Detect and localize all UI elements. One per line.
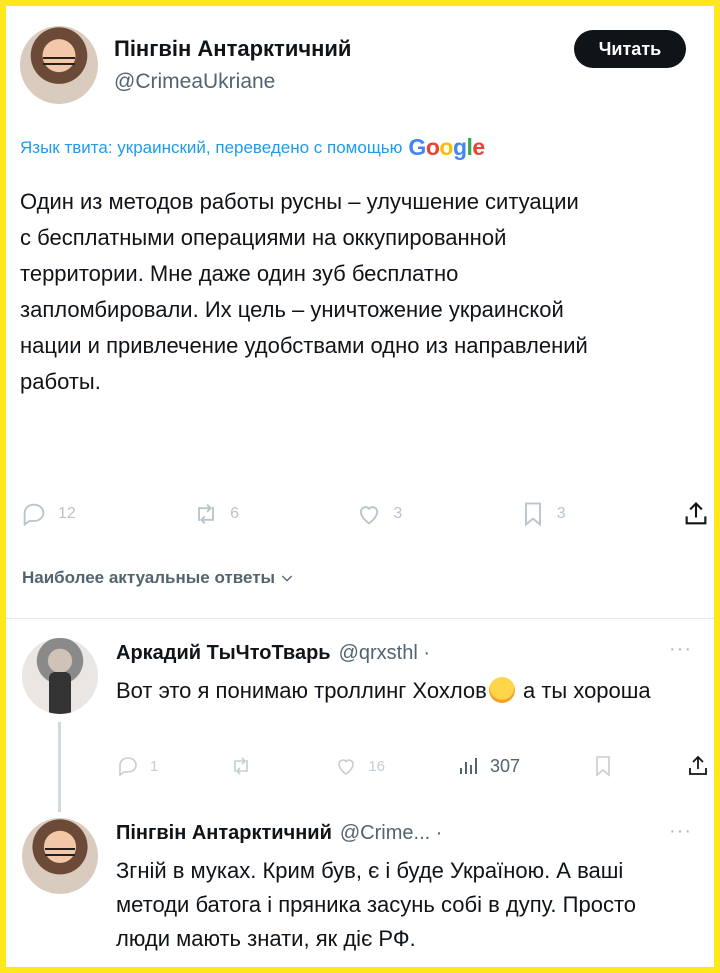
- reply-button[interactable]: 1: [116, 754, 158, 778]
- reply-icon: [119, 757, 137, 777]
- like-count: 16: [368, 757, 385, 775]
- repost-icon: [234, 757, 249, 775]
- repost-button[interactable]: [229, 754, 263, 778]
- share-icon: [689, 755, 707, 775]
- chevron-down-icon: [281, 575, 293, 582]
- like-button[interactable]: 3: [355, 500, 402, 528]
- bookmark-icon: [524, 502, 541, 527]
- views-count: 307: [489, 755, 521, 776]
- translation-text: Язык твита: украинский, переведено с пом…: [20, 137, 403, 157]
- author-handle[interactable]: @CrimeaUkriane: [114, 70, 275, 94]
- like-count: 3: [393, 505, 403, 522]
- author-name[interactable]: Пінгвін Антарктичний: [114, 36, 351, 62]
- thread-connector: [58, 722, 61, 812]
- reply-text-part: Вот это я понимаю троллинг Хохлов: [116, 678, 487, 703]
- reply-header: Аркадий ТыЧтоТварь @qrxsthl ·: [116, 642, 430, 665]
- reply-count: 1: [150, 757, 159, 775]
- reply-author-name[interactable]: Аркадий ТыЧтоТварь: [116, 642, 331, 665]
- reply-text: Вот это я понимаю троллинг Хохлов а ты х…: [116, 674, 696, 708]
- reply-avatar[interactable]: [22, 638, 98, 714]
- reply-count: 12: [58, 505, 76, 522]
- replies-sort-label: Наиболее актуальные ответы: [22, 568, 276, 587]
- share-icon: [685, 502, 707, 525]
- reply-icon: [23, 503, 45, 527]
- translation-note[interactable]: Язык твита: украинский, переведено с пом…: [20, 134, 485, 161]
- repost-icon: [198, 504, 215, 524]
- share-button[interactable]: [686, 754, 710, 778]
- replies-sort-dropdown[interactable]: Наиболее актуальные ответы: [22, 568, 295, 588]
- share-button[interactable]: [682, 500, 710, 528]
- author-avatar[interactable]: [20, 26, 98, 104]
- reply-avatar[interactable]: [22, 818, 98, 894]
- heart-icon: [360, 506, 379, 525]
- bookmark-button[interactable]: [591, 754, 615, 778]
- bookmark-button[interactable]: 3: [519, 500, 566, 528]
- tweet-text: Один из методов работы русны – улучшение…: [20, 189, 588, 394]
- screenshot-frame: Пінгвін Антарктичний @CrimeaUkriane Чита…: [0, 0, 720, 973]
- reply-author-name[interactable]: Пінгвін Антарктичний: [116, 822, 332, 845]
- bar-chart-icon: [459, 758, 477, 774]
- reply-header: Пінгвін Антарктичний @Crime... ·: [116, 822, 442, 845]
- smiling-face-emoji-icon: [488, 677, 515, 703]
- more-options-icon[interactable]: ···: [669, 638, 692, 661]
- like-button[interactable]: 16: [334, 754, 385, 778]
- reply-text: Згній в муках. Крим був, є і буде Україн…: [116, 858, 637, 951]
- heart-icon: [338, 759, 355, 775]
- bookmark-icon: [596, 756, 610, 777]
- reply-text-part: а ты хороша: [516, 678, 651, 703]
- repost-button[interactable]: 6: [192, 500, 239, 528]
- reply-author-handle[interactable]: @Crime... ·: [340, 822, 443, 845]
- reply-action-bar: 1 16 307: [116, 751, 710, 781]
- bookmark-count: 3: [556, 505, 566, 522]
- tweet-action-bar: 12 6 3 3: [20, 496, 710, 532]
- follow-button[interactable]: Читать: [574, 30, 686, 68]
- google-logo: Google: [408, 134, 485, 160]
- repost-count: 6: [230, 505, 240, 522]
- divider: [6, 618, 714, 619]
- reply-author-handle[interactable]: @qrxsthl ·: [339, 642, 430, 665]
- views-button[interactable]: 307: [456, 754, 520, 778]
- more-options-icon[interactable]: ···: [669, 820, 692, 843]
- reply-button[interactable]: 12: [20, 500, 76, 528]
